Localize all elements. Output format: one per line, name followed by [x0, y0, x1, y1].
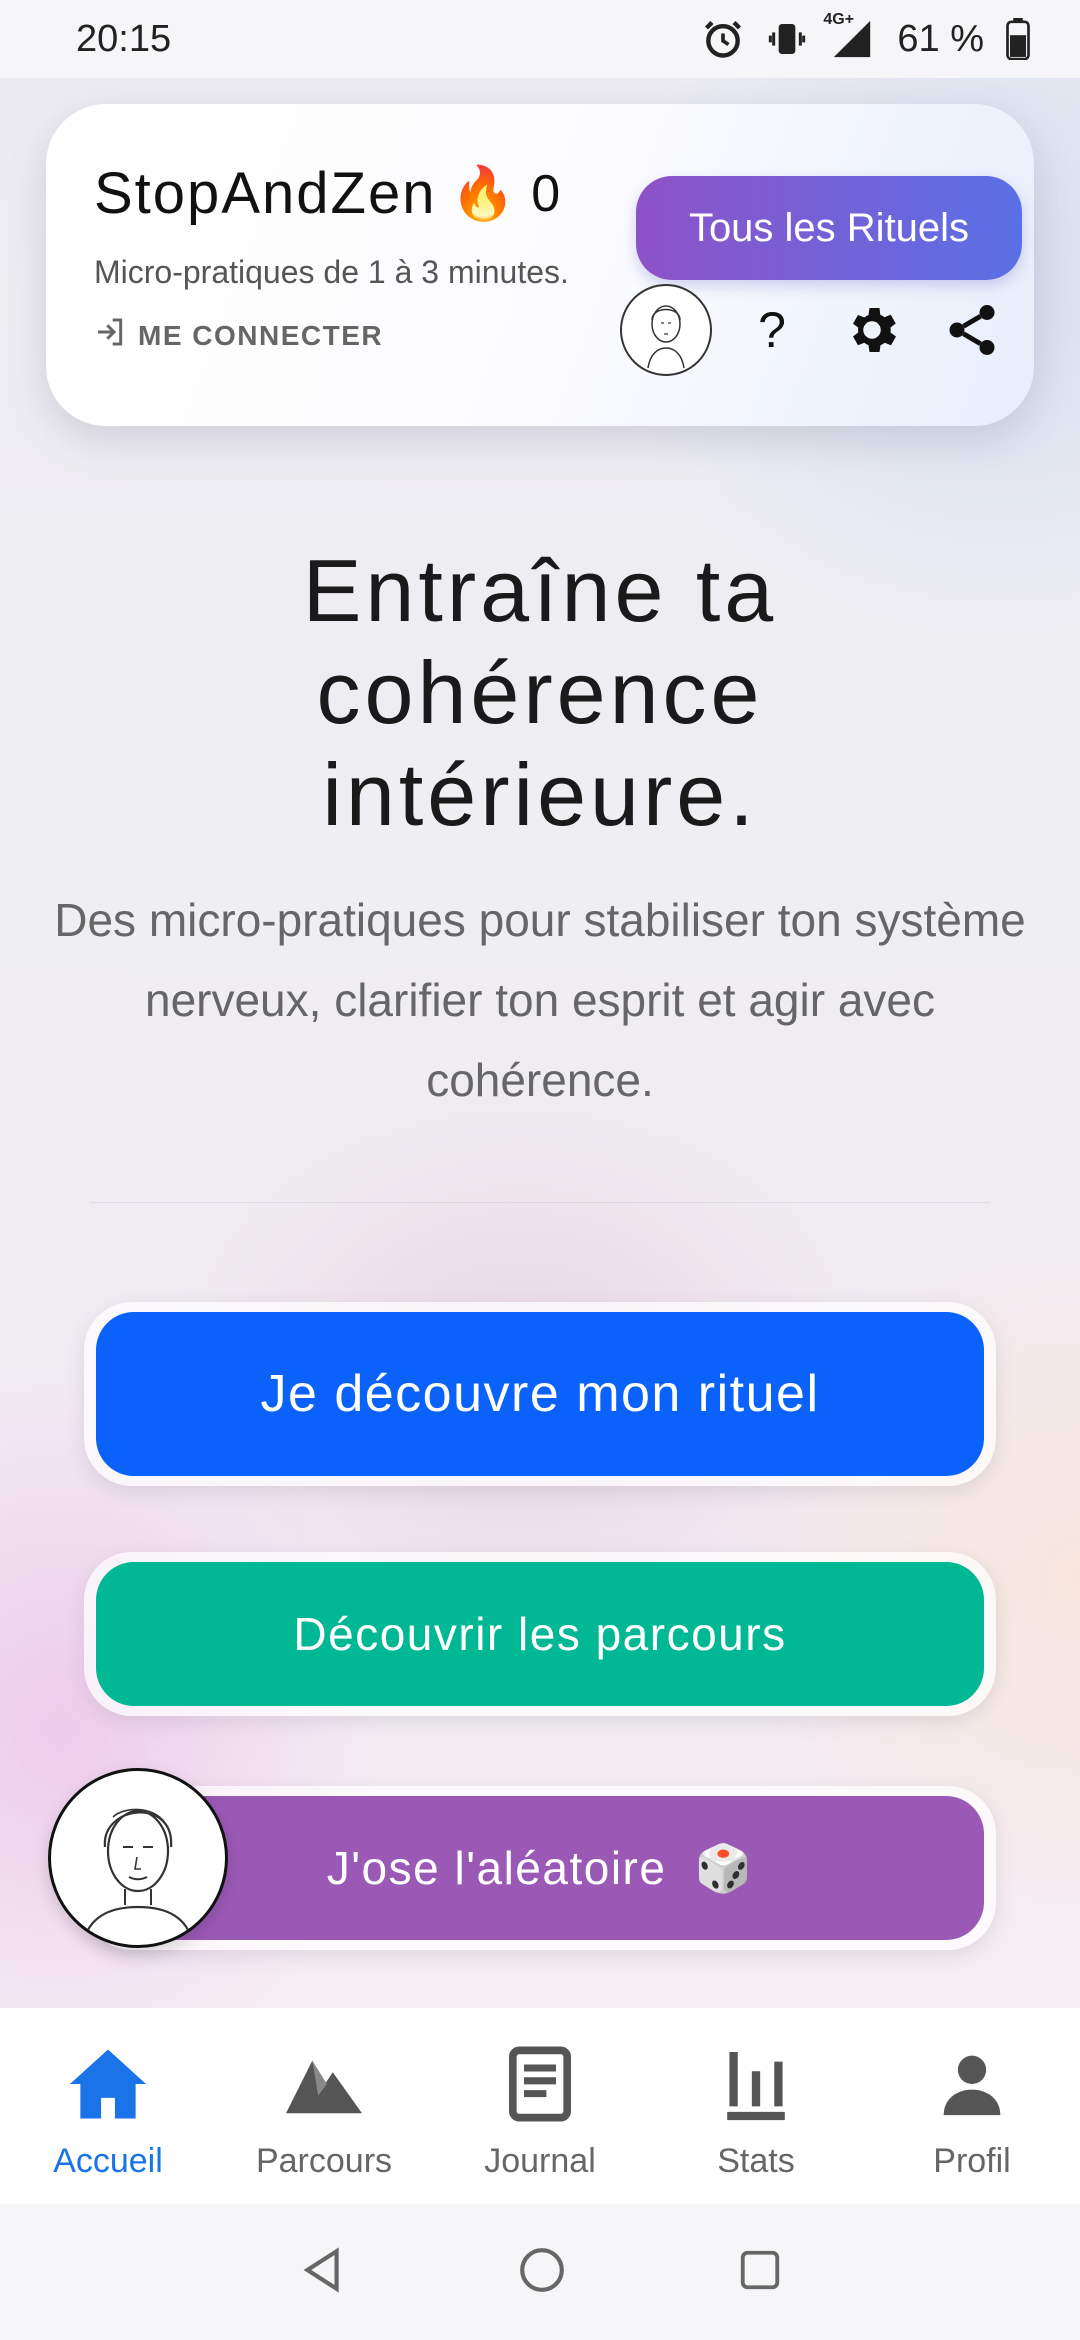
battery-level: 61 %: [897, 17, 984, 60]
login-label: ME CONNECTER: [138, 319, 384, 351]
all-rituals-button[interactable]: Tous les Rituels: [636, 176, 1022, 280]
discover-ritual-wrapper: Je découvre mon rituel: [84, 1302, 996, 1486]
random-button[interactable]: J'ose l'aléatoire 🎲: [96, 1796, 984, 1940]
streak-count: 0: [531, 164, 563, 223]
mountain-icon: [286, 2042, 362, 2126]
back-icon[interactable]: [297, 2245, 347, 2300]
hero-title: Entraîne ta cohérence intérieure.: [302, 541, 778, 844]
woman-face-icon: [81, 1808, 195, 1943]
avatar[interactable]: [620, 284, 712, 376]
home-circle-icon[interactable]: [517, 2245, 567, 2300]
network-type: 4G+: [823, 11, 855, 28]
person-icon: [938, 2042, 1006, 2126]
app-title: StopAndZen 🔥 0: [94, 160, 562, 227]
bottom-nav: Accueil Parcours Journal Stats Profil: [0, 2008, 1080, 2204]
nav-journal[interactable]: Journal: [432, 2008, 648, 2204]
stats-icon: [724, 2042, 788, 2126]
divider: [90, 1202, 990, 1203]
nav-stats-label: Stats: [717, 2142, 795, 2180]
random-label: J'ose l'aléatoire: [326, 1842, 667, 1894]
header-card: StopAndZen 🔥 0 Micro-pratiques de 1 à 3 …: [46, 104, 1034, 426]
status-time: 20:15: [76, 17, 172, 60]
nav-home-label: Accueil: [53, 2142, 163, 2180]
nav-stats[interactable]: Stats: [648, 2008, 864, 2204]
hero-subtitle: Des micro-pratiques pour stabiliser ton …: [54, 894, 1026, 1106]
status-icons: 4G+ 61 %: [701, 11, 1030, 61]
gear-icon[interactable]: [822, 300, 922, 360]
help-icon[interactable]: ?: [722, 301, 822, 359]
assistant-avatar[interactable]: [48, 1768, 228, 1948]
discover-paths-button[interactable]: Découvrir les parcours: [96, 1562, 984, 1706]
nav-home[interactable]: Accueil: [0, 2008, 216, 2204]
home-icon: [66, 2042, 150, 2126]
alarm-icon: [701, 17, 745, 61]
nav-journal-label: Journal: [484, 2142, 596, 2180]
status-bar: 20:15 4G+ 61 %: [0, 0, 1080, 78]
header-icons: ?: [620, 284, 1022, 376]
tagline: Micro-pratiques de 1 à 3 minutes.: [94, 254, 569, 290]
nav-profile[interactable]: Profil: [864, 2008, 1080, 2204]
journal-icon: [508, 2042, 572, 2126]
woman-face-icon: [647, 305, 685, 369]
main-content: StopAndZen 🔥 0 Micro-pratiques de 1 à 3 …: [0, 78, 1080, 2008]
nav-profile-label: Profil: [933, 2142, 1011, 2180]
battery-icon: [1006, 18, 1030, 60]
discover-ritual-button[interactable]: Je découvre mon rituel: [96, 1312, 984, 1476]
login-icon: [94, 316, 126, 355]
share-icon[interactable]: [922, 300, 1022, 360]
flame-icon: 🔥: [450, 165, 518, 223]
signal-icon: 4G+: [823, 11, 875, 59]
recents-icon[interactable]: [737, 2247, 783, 2298]
login-link[interactable]: ME CONNECTER: [94, 316, 383, 355]
nav-paths-label: Parcours: [255, 2142, 393, 2180]
vibrate-icon: [767, 19, 807, 59]
app-name: StopAndZen: [94, 161, 437, 226]
discover-paths-wrapper: Découvrir les parcours: [84, 1552, 996, 1716]
dice-icon: 🎲: [694, 1841, 754, 1894]
system-nav-bar: [0, 2204, 1080, 2340]
nav-paths[interactable]: Parcours: [216, 2008, 432, 2204]
